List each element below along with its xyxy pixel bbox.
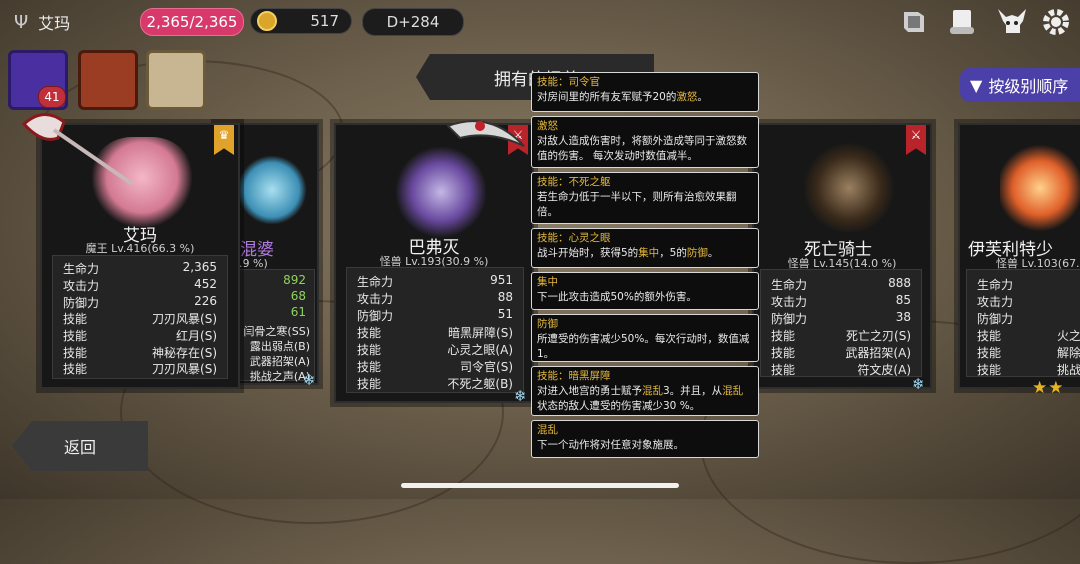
- tooltip-confusion: 混乱 下一个动作将对任意对象施展。: [531, 420, 759, 458]
- frost-element-icon: ❄: [303, 371, 316, 389]
- back-button[interactable]: 返回: [12, 421, 148, 471]
- monster-card[interactable]: ⚔ 死亡骑士 怪兽 Lv.145(14.0 %) 生命力 888 攻击力 85 防御…: [752, 123, 932, 393]
- tooltip-mind-eye: 技能：心灵之眼 战斗开始时，获得5的集中，5的防御。: [531, 228, 759, 268]
- trident-icon: Ψ: [14, 11, 29, 33]
- stats-panel: 生命力 888 攻击力 85 防御力 38 技能 死亡之刃(S) 技能 武器招架(A) 技…: [760, 269, 922, 377]
- tooltip-rage: 激怒 对敌人造成伤害时，将额外造成等同于激怒数值的伤害。 每次发动时数值减半。: [531, 116, 759, 168]
- monster-sprite: [1000, 143, 1080, 233]
- hp-display: 2,365/2,365: [140, 8, 244, 36]
- home-indicator[interactable]: [401, 483, 679, 488]
- star-rating: ★★: [1032, 378, 1065, 398]
- map-scroll-icon[interactable]: [146, 50, 206, 110]
- tooltip-focus: 集中 下一此攻击造成50%的额外伤害。: [531, 272, 759, 310]
- monster-card[interactable]: 伊芙利特少 怪兽 Lv.103(67.9 生命力 攻击力 防御力 技能 火之 技能…: [958, 123, 1080, 389]
- spellbook-icon[interactable]: [78, 50, 138, 110]
- stats-panel: 生命力 951 攻击力 88 防御力 51 技能 暗黑屏障(S) 技能 心灵之眼(A) 技…: [346, 267, 524, 393]
- monster-sprite: [237, 155, 307, 225]
- day-counter: D+284: [362, 8, 464, 36]
- top-bar: Ψ 艾玛 2,365/2,365 517 D+284: [0, 0, 1080, 44]
- gear-icon[interactable]: [1040, 6, 1072, 38]
- filter-icon: ▼: [970, 75, 983, 95]
- frost-element-icon: ❄: [514, 387, 527, 405]
- monster-level: 魔王 Lv.416(66.3 %): [85, 242, 195, 255]
- tooltip-defense: 防御 所遭受的伤害减少50%。每次行动时，数值减1。: [531, 314, 759, 362]
- monster-sprite: [804, 143, 894, 233]
- character-name[interactable]: Ψ 艾玛: [14, 10, 70, 34]
- sort-by-level-button[interactable]: ▼ 按级别顺序: [960, 68, 1080, 102]
- frost-element-icon: ❄: [912, 375, 925, 393]
- gold-display: 517: [250, 8, 352, 34]
- stats-panel: 生命力 攻击力 防御力 技能 火之 技能 解除 技能 挑战: [966, 269, 1080, 377]
- scythe-sprite: [440, 116, 530, 188]
- battle-axe-sprite: [14, 104, 134, 194]
- scroll-icon[interactable]: [946, 6, 978, 38]
- crown-ribbon-icon: ♛: [214, 125, 234, 155]
- demon-skull-icon[interactable]: [996, 6, 1028, 38]
- tooltip-dark-barrier: 技能：暗黑屏障 对进入地宫的勇士赋予混乱3。并且，从混乱状态的敌人遭受的伤害减少…: [531, 366, 759, 416]
- sword-ribbon-icon: ⚔: [906, 125, 926, 155]
- book-icon[interactable]: [898, 6, 930, 38]
- tooltip-commander: 技能：司令官 对房间里的所有友军赋予20的激怒。: [531, 72, 759, 112]
- coin-icon: [257, 11, 277, 31]
- stats-panel: 生命力 2,365 攻击力 452 防御力 226 技能 刀刃风暴(S) 技能 红月(S)…: [52, 255, 228, 379]
- tooltip-undying: 技能：不死之躯 若生命力低于一半以下，则所有治愈效果翻倍。: [531, 172, 759, 224]
